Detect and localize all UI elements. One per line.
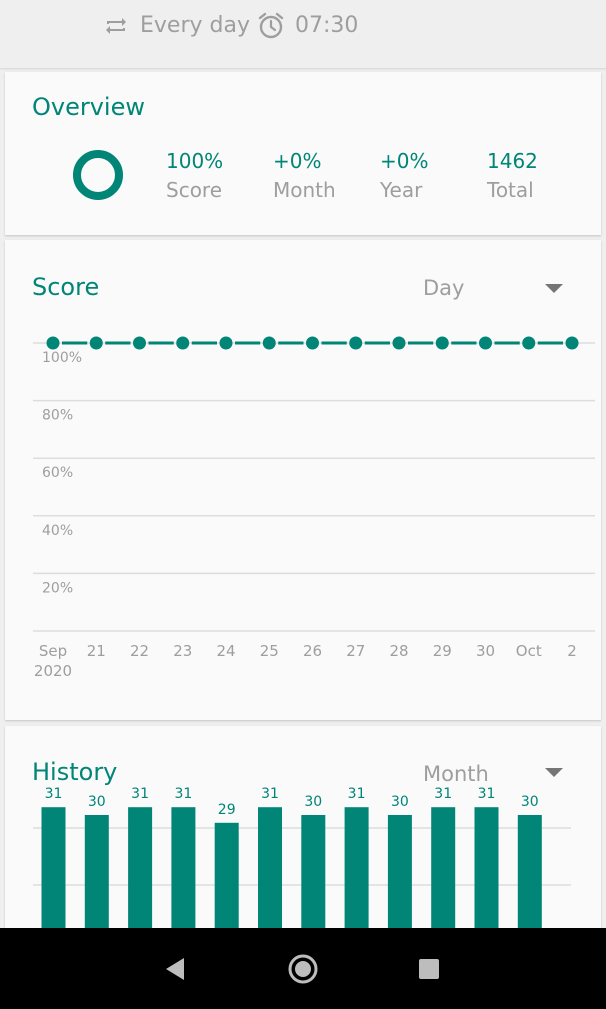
stat-score-label: Score [166, 178, 223, 202]
score-data-point [349, 336, 363, 350]
score-x-tick-label: 26 [303, 642, 322, 660]
score-data-point [89, 336, 103, 350]
history-bar [41, 807, 66, 946]
stat-month: +0% Month [273, 148, 336, 206]
score-y-tick-label: 40% [42, 523, 73, 539]
stat-month-label: Month [273, 178, 336, 202]
habit-header: Every day 07:30 [0, 0, 606, 68]
history-bar-label: 30 [88, 794, 106, 810]
score-x-tick-label: 25 [260, 642, 279, 660]
overview-card: Overview 100% Score +0% Month +0% Year 1… [5, 72, 601, 235]
score-data-point [479, 336, 492, 350]
history-bar [128, 807, 153, 946]
score-line-chart: 100% 80% 60% 40% 20% Sep 2020 21 22 23 24 25 26 27 28 2… [33, 336, 595, 680]
stat-year: +0% Year [380, 148, 429, 206]
reminder-time-text: 07:30 [295, 13, 359, 38]
score-x-tick-label: 2020 [34, 662, 72, 680]
score-x-tick-label: 28 [389, 642, 408, 660]
history-bar [387, 815, 412, 946]
history-bar-label: 31 [478, 786, 496, 802]
stat-score-value: 100% [166, 149, 224, 173]
history-bar-label: 30 [304, 794, 322, 810]
stat-year-value: +0% [380, 149, 429, 173]
history-bar [431, 807, 456, 946]
history-bar-label: 30 [521, 794, 539, 810]
history-bar-label: 31 [348, 786, 366, 802]
stat-year-label: Year [380, 178, 423, 202]
score-x-tick-label: 22 [130, 642, 149, 660]
score-y-tick-label: 80% [42, 408, 73, 424]
stat-month-value: +0% [273, 149, 322, 173]
history-bar [517, 815, 542, 946]
score-data-point [565, 336, 579, 350]
repeat-icon [106, 18, 126, 34]
navigation-bar [0, 928, 606, 1009]
back-icon[interactable] [154, 948, 196, 990]
history-bar [258, 807, 282, 946]
history-bar-label: 30 [391, 794, 409, 810]
stat-score: 100% Score [166, 148, 223, 206]
score-x-tick-label: 2 [567, 642, 577, 660]
score-ring [73, 150, 123, 200]
score-x-tick-label: 29 [433, 642, 452, 660]
history-bar [474, 807, 499, 946]
history-card: History Month 31 30 31 31 29 31 30 31 30 31 31 30 [5, 726, 601, 946]
history-bar-label: 31 [261, 786, 279, 802]
stat-total-label: Total [487, 178, 534, 202]
home-icon[interactable] [282, 948, 324, 990]
score-data-point [133, 336, 146, 350]
score-x-tick-label: Sep [39, 642, 67, 660]
score-y-tick-label: 100% [42, 350, 82, 366]
score-data-point [435, 336, 449, 350]
history-bar-chart: 31 30 31 31 29 31 30 31 30 31 31 30 [33, 786, 571, 946]
history-bar-label: 29 [218, 802, 236, 818]
alarm-clock-icon [258, 12, 284, 39]
score-x-tick-label: 21 [87, 642, 106, 660]
history-bar [84, 815, 109, 946]
score-data-point [46, 336, 60, 350]
overview-title: Overview [32, 93, 145, 121]
score-x-tick-label: 23 [173, 642, 192, 660]
history-bar [171, 807, 196, 946]
history-bar-label: 31 [434, 786, 452, 802]
score-data-point [306, 336, 319, 350]
score-x-tick-label: Oct [516, 642, 542, 660]
score-data-point [219, 336, 233, 350]
recents-icon[interactable] [408, 948, 450, 990]
history-bar-label: 31 [174, 786, 192, 802]
history-bar [301, 815, 326, 946]
history-bar-label: 31 [45, 786, 63, 802]
score-data-point [392, 336, 406, 350]
score-data-point [262, 336, 276, 350]
score-card: Score Day 100% 80% 60% 40% 20% Sep 2020 21 22 23 2… [5, 240, 601, 720]
score-x-tick-label: 27 [346, 642, 365, 660]
score-y-tick-label: 60% [42, 465, 73, 481]
score-data-point [176, 336, 190, 350]
history-bar-label: 31 [131, 786, 149, 802]
score-x-tick-label: 24 [216, 642, 235, 660]
history-bar [344, 807, 369, 946]
frequency-text: Every day [140, 13, 250, 38]
stat-total-value: 1462 [487, 149, 538, 173]
stat-total: 1462 Total [487, 148, 538, 206]
score-x-tick-label: 30 [476, 642, 495, 660]
score-y-tick-label: 20% [42, 580, 73, 596]
score-data-point [522, 336, 536, 350]
